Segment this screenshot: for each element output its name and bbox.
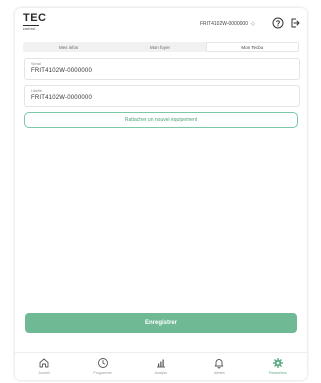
libelle-value: FRIT4102W-0000000: [31, 95, 92, 101]
nav-label: Paramètres: [268, 371, 287, 375]
attach-equipment-button[interactable]: Rattacher un nouvel équipement: [24, 112, 298, 128]
home-icon: [39, 358, 49, 368]
clock-icon: [97, 358, 108, 368]
app-frame: TEC control FRIT4102W-0000000 ◇ Mes info…: [15, 8, 307, 380]
tab-mon-tecbo[interactable]: Mon Tecbo: [205, 42, 299, 52]
header: TEC control FRIT4102W-0000000 ◇: [15, 8, 307, 38]
serial-field[interactable]: Serial FRIT4102W-0000000: [24, 58, 300, 80]
libelle-label: Libellé: [31, 89, 42, 93]
nav-parametres[interactable]: Paramètres: [258, 353, 298, 375]
logo-sub: control: [23, 25, 39, 31]
nav-label: Accueil: [38, 371, 50, 375]
tab-mon-foyer[interactable]: Mon foyer: [114, 42, 205, 52]
device-name: FRIT4102W-0000000: [200, 21, 248, 27]
nav-analyse[interactable]: Analyse: [141, 353, 181, 375]
nav-label: Programme: [93, 371, 112, 375]
nav-alertes[interactable]: Alertes: [199, 353, 239, 375]
bell-icon: [215, 359, 224, 369]
tab-mes-infos[interactable]: Mes infos: [23, 42, 114, 52]
nav-label: Alertes: [213, 371, 225, 375]
help-icon[interactable]: [272, 17, 284, 29]
device-selector[interactable]: FRIT4102W-0000000 ◇: [200, 20, 255, 28]
nav-accueil[interactable]: Accueil: [24, 353, 64, 375]
chevron-down-icon: ◇: [251, 21, 255, 27]
settings-tabs: Mes infos Mon foyer Mon Tecbo: [23, 42, 299, 52]
libelle-field[interactable]: Libellé FRIT4102W-0000000: [24, 85, 300, 107]
save-button[interactable]: Enregistrer: [25, 313, 297, 333]
serial-label: Serial: [31, 62, 41, 66]
serial-value: FRIT4102W-0000000: [31, 68, 92, 74]
bar-chart-icon: [156, 359, 165, 368]
logout-icon[interactable]: [289, 17, 301, 29]
logo-main: TEC: [23, 12, 47, 24]
nav-label: Analyse: [154, 371, 168, 375]
nav-programme[interactable]: Programme: [83, 353, 123, 375]
bottom-nav: Accueil Programme Analyse Alertes Paramè…: [15, 352, 307, 380]
tec-control-logo: TEC control: [23, 13, 49, 33]
gear-icon: [272, 358, 283, 368]
